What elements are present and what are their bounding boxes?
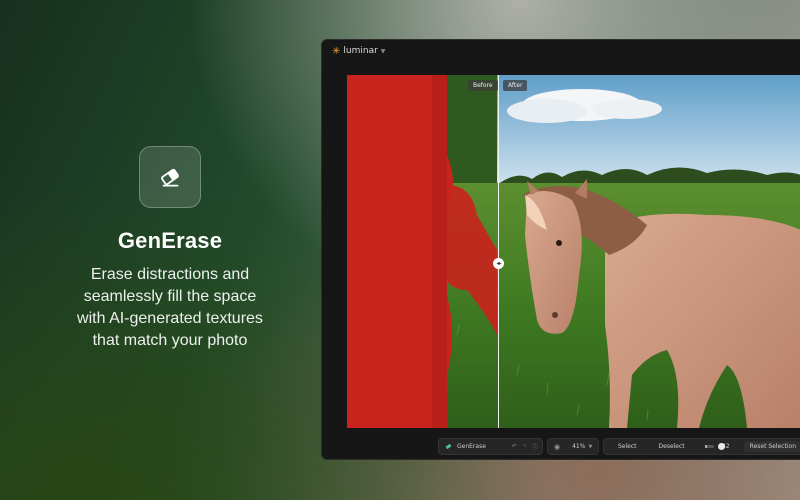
eye-icon[interactable]: ◉ [554,443,560,451]
brush-size-thumb[interactable] [717,443,725,450]
app-name[interactable]: luminar [343,46,377,56]
titlebar: ✳ luminar ▼ [322,40,800,62]
promo-panel: GenErase Erase distractions and seamless… [40,146,300,352]
selection-pill: Select Deselect 32 Reset Selection [603,438,800,455]
brush-size-slider[interactable] [704,443,725,450]
select-button[interactable]: Select [612,441,643,452]
chevron-down-icon[interactable]: ▼ [381,48,386,55]
chevron-down-icon[interactable]: ▼ [588,444,592,450]
bottom-toolbar: GenErase ↶ ↷ ⓘ ◉ 41% ▼ Select Deselect 3… [322,438,800,456]
after-label: After [503,80,528,91]
zoom-level[interactable]: 41% [572,443,585,450]
reset-selection-button[interactable]: Reset Selection [743,441,800,452]
eraser-icon [445,443,452,450]
view-pill: ◉ 41% ▼ [547,438,599,455]
before-label: Before [468,80,498,91]
sun-icon: ✳ [332,45,341,57]
redo-icon[interactable]: ↷ [522,443,527,450]
tool-name[interactable]: GenErase [457,443,486,450]
generase-app-icon [139,146,201,208]
compare-divider-handle[interactable]: ◂▸ [493,258,504,269]
app-window: ✳ luminar ▼ Before After ◂▸ GenErase ↶ ↷… [321,39,800,460]
eraser-icon [161,168,179,187]
brush-size-fill [704,445,708,448]
tool-pill: GenErase ↶ ↷ ⓘ [438,438,543,455]
info-icon[interactable]: ⓘ [532,442,538,451]
feature-description: Erase distractions and seamlessly fill t… [77,266,263,349]
arrows-left-right-icon: ◂▸ [496,260,501,267]
feature-title: GenErase [117,228,223,253]
undo-icon[interactable]: ↶ [512,443,517,450]
photo-canvas[interactable]: Before After ◂▸ [347,75,800,428]
photo [347,75,800,428]
deselect-button[interactable]: Deselect [653,441,691,452]
